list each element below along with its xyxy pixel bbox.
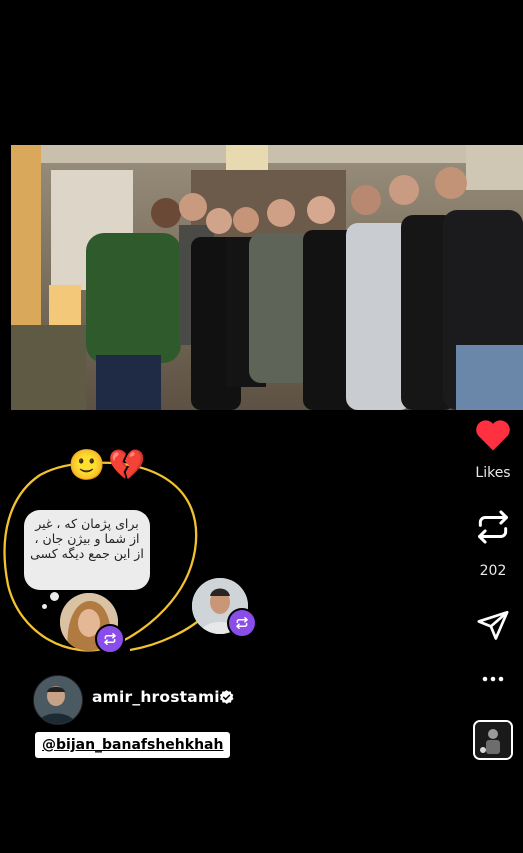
bubble-tail-small — [42, 604, 47, 609]
repost-icon — [104, 632, 116, 646]
likes-label[interactable]: Likes — [456, 465, 523, 481]
repost-icon[interactable] — [474, 508, 512, 546]
author-username[interactable]: amir_hrostami — [92, 688, 220, 706]
author-avatar[interactable] — [33, 675, 83, 725]
avatar-image — [34, 676, 82, 724]
group-photo-illustration — [11, 145, 523, 410]
more-icon[interactable] — [475, 670, 511, 688]
verified-icon — [219, 690, 234, 704]
repost-badge — [227, 608, 257, 638]
audio-thumbnail[interactable] — [473, 720, 513, 760]
heart-icon[interactable] — [474, 418, 512, 452]
smile-emoji: 🙂 — [68, 448, 106, 483]
note-bubble: برای پژمان که ، غیر از شما و بیژن جان ، … — [24, 510, 150, 590]
repost-count: 202 — [479, 563, 507, 579]
note-text: برای پژمان که ، غیر از شما و بیژن جان ، … — [30, 516, 144, 561]
send-icon[interactable] — [475, 608, 511, 642]
bubble-tail — [50, 592, 59, 601]
post-photo[interactable] — [11, 145, 523, 410]
repost-icon — [236, 616, 248, 630]
broken-heart-emoji: 💔 — [108, 448, 146, 483]
repost-badge — [95, 624, 125, 654]
mention-tag[interactable]: @bijan_banafshehkhah — [35, 732, 231, 758]
audio-icon — [475, 722, 511, 758]
